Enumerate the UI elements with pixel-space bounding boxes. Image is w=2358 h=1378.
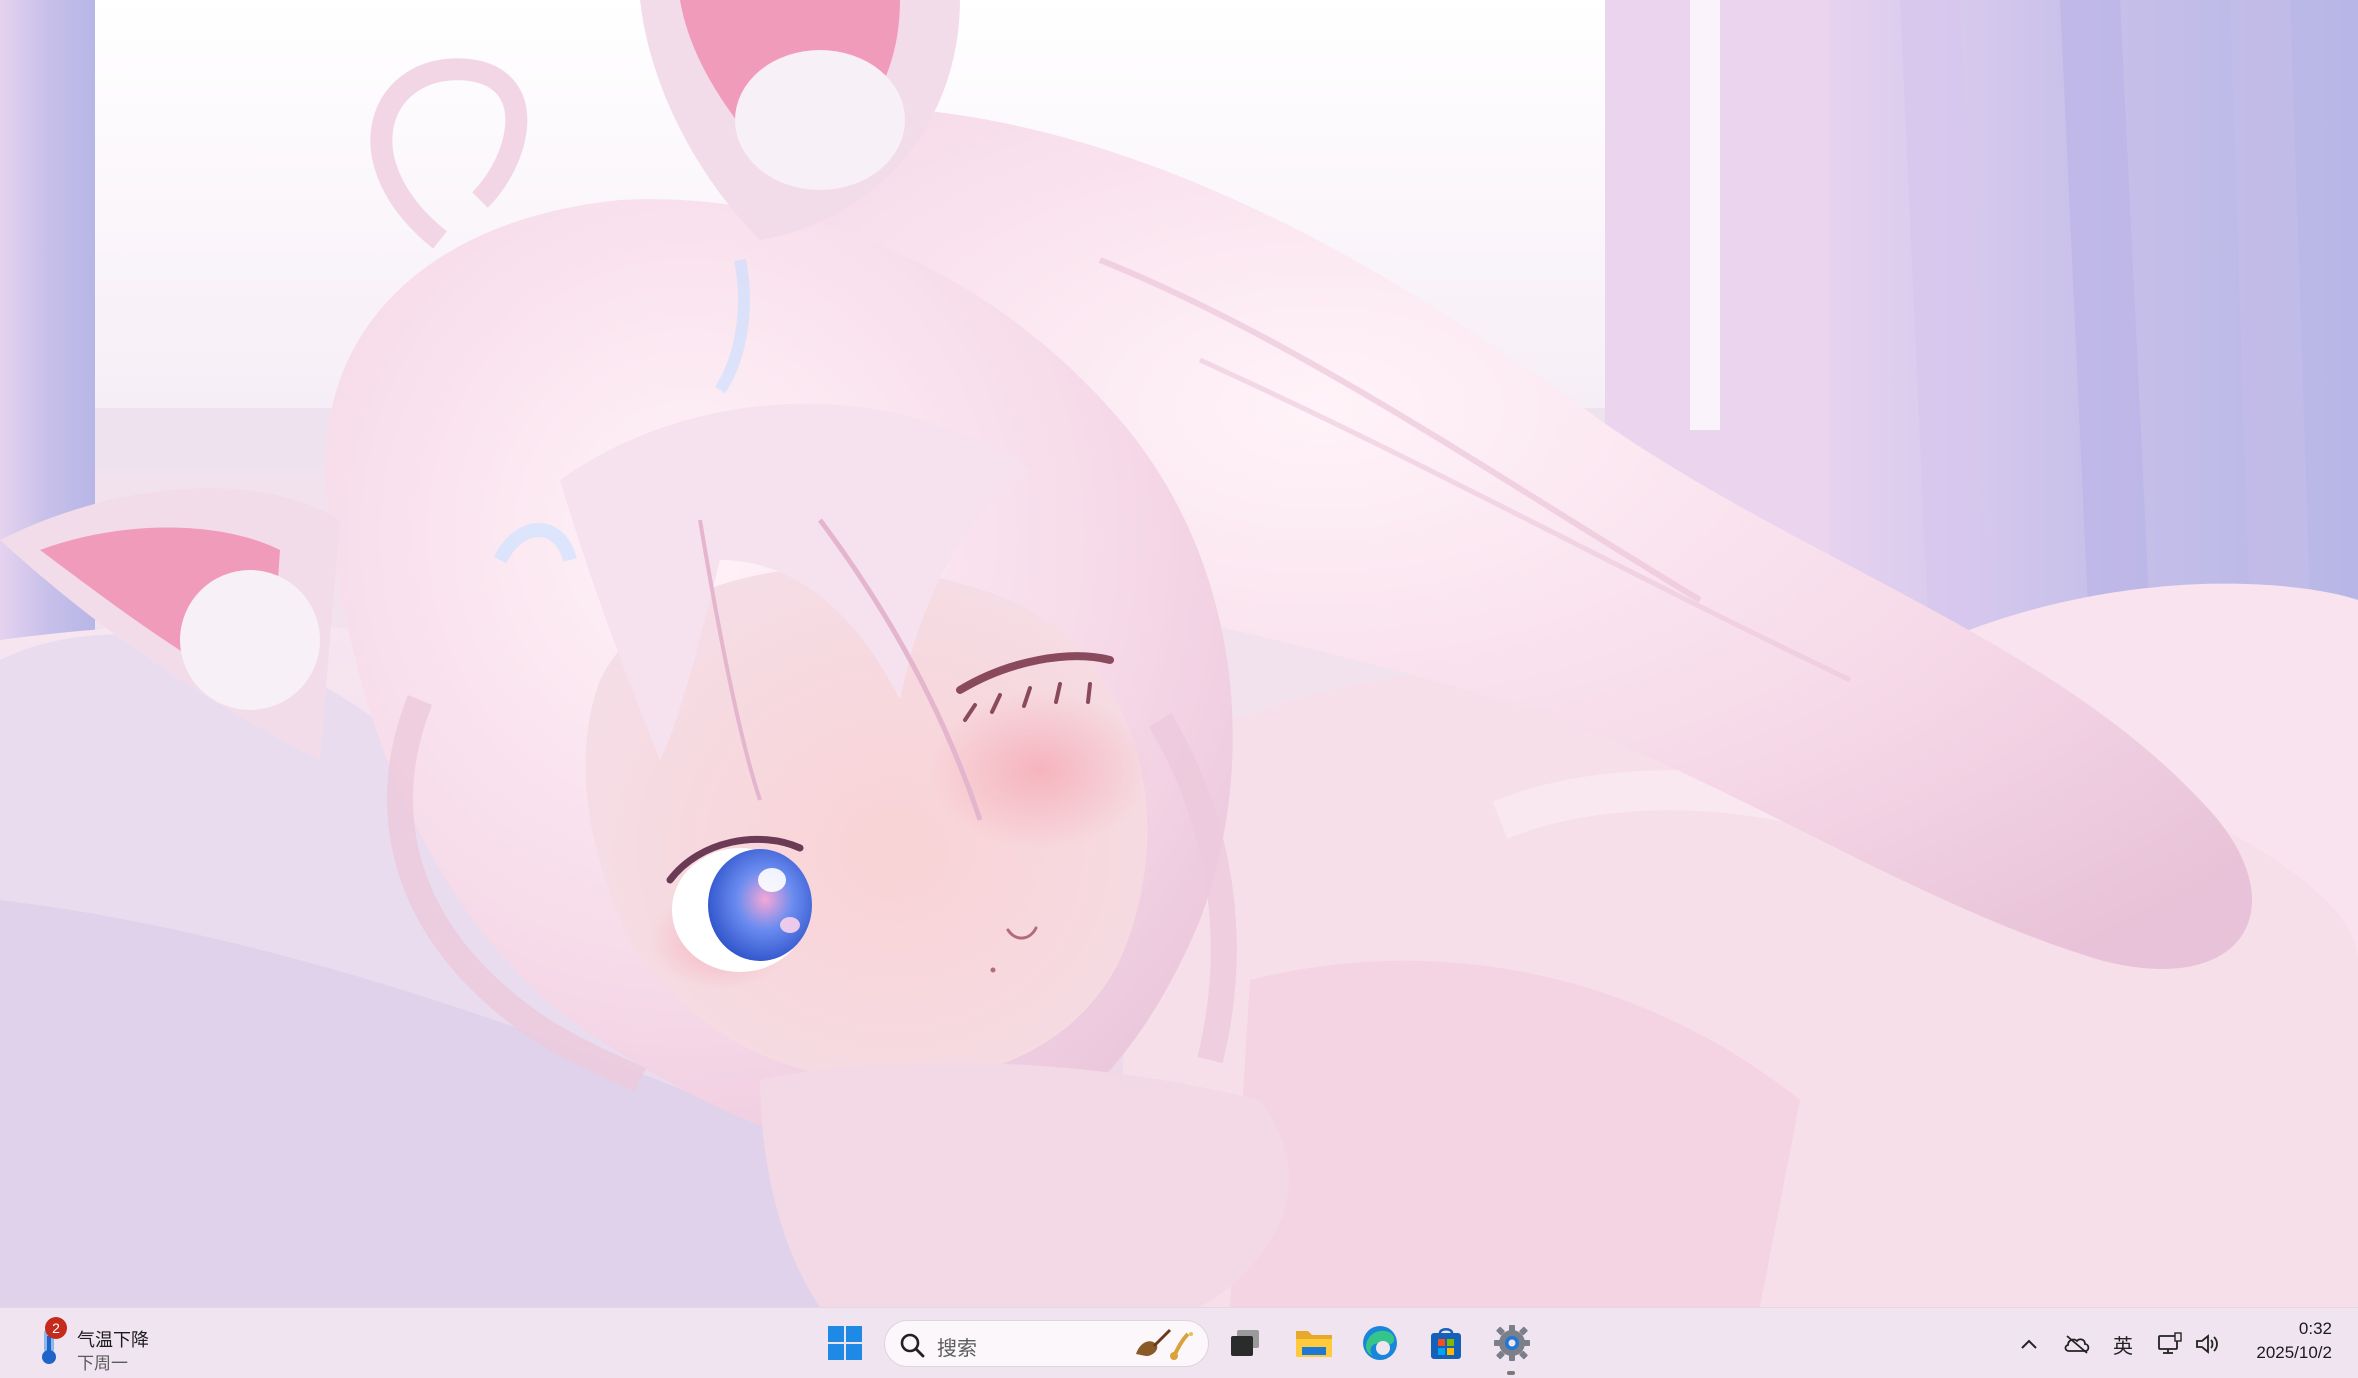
input-method-indicator[interactable]: 英 [2108,1328,2138,1360]
store-icon [1431,1328,1461,1359]
clock-button[interactable]: 0:32 2025/10/2 [2256,1317,2332,1365]
volume-button[interactable] [2192,1328,2224,1360]
start-button[interactable] [820,1318,870,1368]
microsoft-store-button[interactable] [1421,1318,1471,1368]
edge-button[interactable] [1355,1318,1405,1368]
search-box[interactable]: 搜索 [884,1320,1209,1367]
clock-date: 2025/10/2 [2256,1343,2332,1362]
search-icon [900,1333,925,1358]
gear-icon [1494,1325,1530,1361]
edge-icon [1363,1326,1397,1360]
onedrive-button[interactable] [2059,1328,2095,1360]
wallpaper-illustration [0,0,2358,1307]
notification-badge: 2 [45,1317,67,1339]
windows-logo-icon [828,1326,862,1360]
clock-time: 0:32 [2298,1319,2332,1338]
file-explorer-button[interactable] [1289,1318,1339,1368]
search-highlight-illustration-icon [1136,1328,1193,1360]
network-button[interactable] [2154,1328,2186,1360]
show-hidden-icons-button[interactable] [2014,1328,2044,1360]
cloud-offline-icon [2064,1335,2090,1354]
speaker-icon [2196,1334,2218,1354]
widget-subtitle: 下周一 [77,1354,128,1374]
settings-button[interactable] [1487,1318,1537,1368]
weather-widget[interactable]: 2 气温下降 下周一 [28,1316,198,1374]
network-icon [2158,1332,2182,1354]
task-view-icon [1231,1330,1259,1356]
running-indicator [1507,1371,1515,1375]
taskbar: 2 气温下降 下周一 搜索 英 0:32 2025/10/2 [0,1307,2358,1378]
chevron-up-icon [2021,1339,2037,1349]
folder-icon [1296,1331,1332,1357]
desktop-wallpaper [0,0,2358,1307]
task-view-button[interactable] [1220,1318,1270,1368]
search-placeholder: 搜索 [937,1336,977,1360]
